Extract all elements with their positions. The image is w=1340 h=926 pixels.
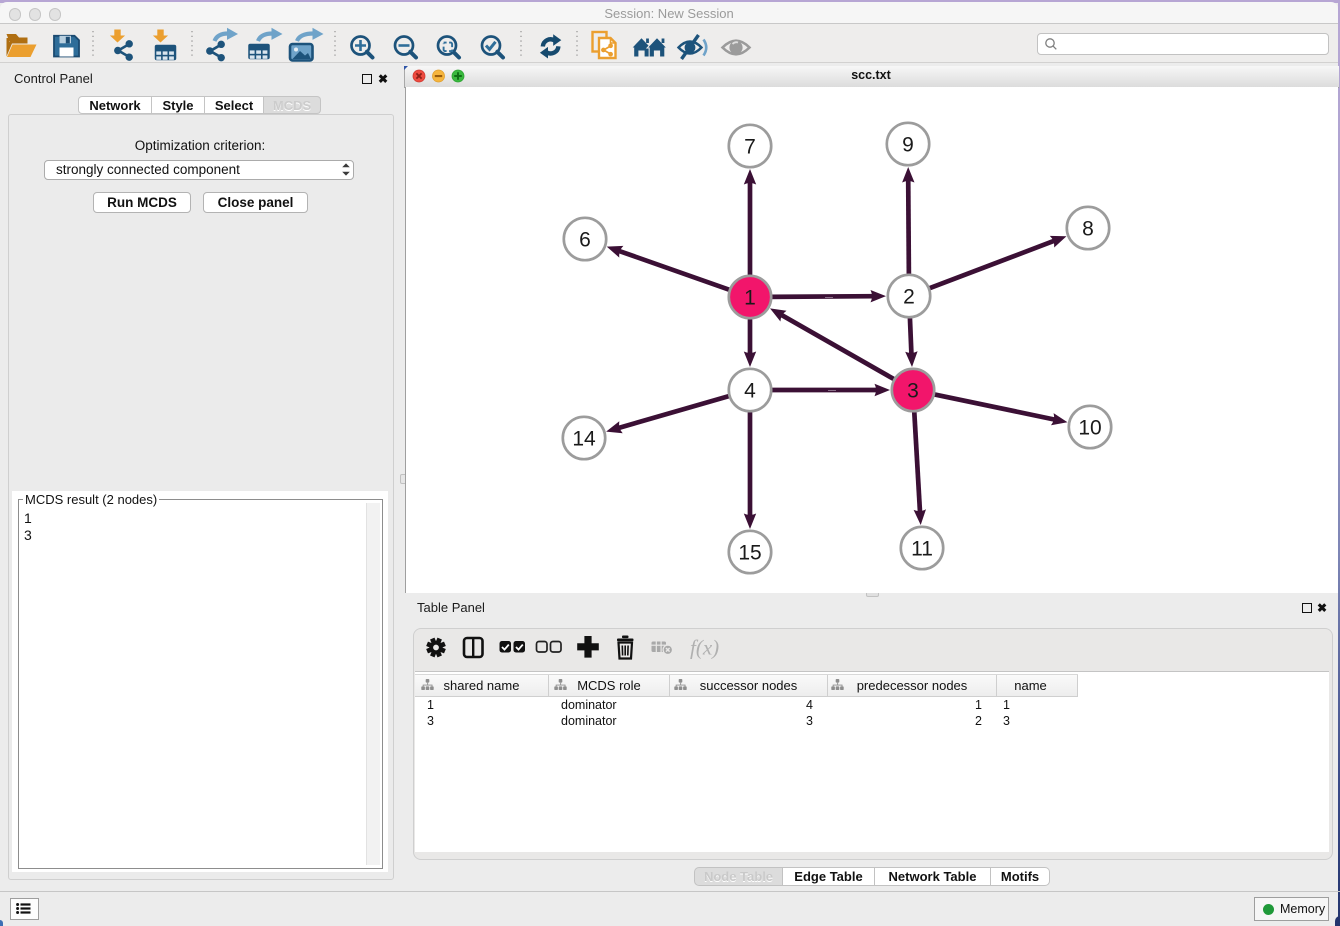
svg-text:10: 10 <box>1078 417 1101 440</box>
svg-text:1: 1 <box>744 287 756 310</box>
svg-text:f(x): f(x) <box>690 636 719 660</box>
svg-text:7: 7 <box>744 136 756 159</box>
svg-text:4: 4 <box>744 380 756 403</box>
svg-text:2: 2 <box>903 286 915 309</box>
svg-text:3: 3 <box>907 380 919 403</box>
svg-text:11: 11 <box>911 538 933 561</box>
svg-text:6: 6 <box>579 229 591 252</box>
svg-text:14: 14 <box>572 428 596 451</box>
svg-text:9: 9 <box>902 134 914 157</box>
svg-text:15: 15 <box>738 542 761 565</box>
svg-text:8: 8 <box>1082 218 1094 241</box>
